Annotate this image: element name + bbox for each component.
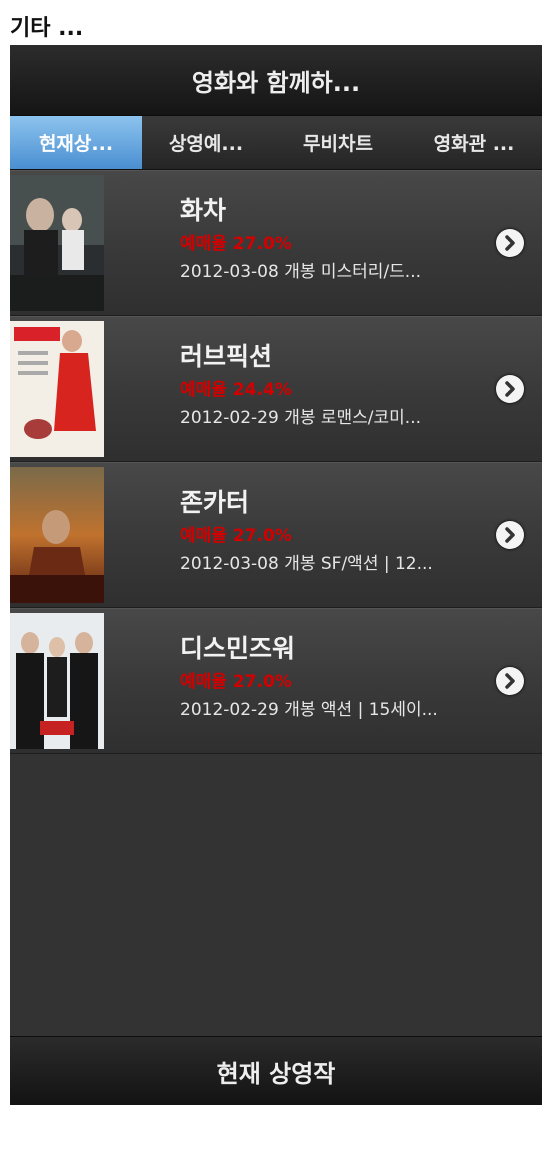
movie-info: 2012-03-08 개봉 SF/액션 | 12... xyxy=(180,554,433,574)
chevron-right-icon[interactable] xyxy=(496,229,524,257)
footer-label: 현재 상영작 xyxy=(216,1059,336,1088)
tab-label: 상영예... xyxy=(168,133,244,155)
list-item-movie-1[interactable]: 화차 예매율 27.0% 2012-03-08 개봉 미스터리/드... xyxy=(10,170,542,316)
movie-info: 2012-03-08 개봉 미스터리/드... xyxy=(180,262,422,282)
movie-list: 화차 예매율 27.0% 2012-03-08 개봉 미스터리/드... 러브픽… xyxy=(10,170,542,754)
booking-rate: 예매율 27.0% xyxy=(180,526,292,546)
booking-rate: 예매율 27.0% xyxy=(180,234,292,254)
movie-poster-image xyxy=(10,175,104,311)
chevron-right-icon[interactable] xyxy=(496,521,524,549)
page-label: 기타 ... xyxy=(10,16,84,41)
booking-rate: 예매율 27.0% xyxy=(180,672,292,692)
tab-bar: 현재상... 상영예... 무비차트 영화관 ... xyxy=(10,116,542,170)
movie-title: 러브픽션 xyxy=(180,342,273,371)
movie-title: 존카터 xyxy=(180,488,250,517)
chevron-right-icon[interactable] xyxy=(496,667,524,695)
tab-label: 영화관 ... xyxy=(433,133,515,155)
chevron-right-icon[interactable] xyxy=(496,375,524,403)
movie-info: 2012-02-29 개봉 액션 | 15세이... xyxy=(180,700,438,720)
movie-title: 디스민즈워 xyxy=(180,634,296,663)
movie-poster-image xyxy=(10,321,104,457)
footer-bar: 현재 상영작 xyxy=(10,1036,542,1105)
movie-poster-image xyxy=(10,467,104,603)
app-frame: 영화와 함께하... 현재상... 상영예... 무비차트 영화관 ... 화차… xyxy=(10,45,542,1105)
movie-title: 화차 xyxy=(180,196,227,225)
tab-movie-chart[interactable]: 무비차트 xyxy=(270,116,406,169)
tab-upcoming[interactable]: 상영예... xyxy=(142,116,270,169)
movie-poster-image xyxy=(10,613,104,749)
list-item-movie-3[interactable]: 존카터 예매율 27.0% 2012-03-08 개봉 SF/액션 | 12..… xyxy=(10,462,542,608)
list-item-movie-4[interactable]: 디스민즈워 예매율 27.0% 2012-02-29 개봉 액션 | 15세이.… xyxy=(10,608,542,754)
header-title: 영화와 함께하... xyxy=(191,68,361,97)
tab-theaters[interactable]: 영화관 ... xyxy=(406,116,542,169)
tab-label: 현재상... xyxy=(38,133,114,155)
booking-rate: 예매율 24.4% xyxy=(180,380,292,400)
tab-now-showing[interactable]: 현재상... xyxy=(10,116,142,169)
list-item-movie-2[interactable]: 러브픽션 예매율 24.4% 2012-02-29 개봉 로맨스/코미... xyxy=(10,316,542,462)
movie-info: 2012-02-29 개봉 로맨스/코미... xyxy=(180,408,422,428)
tab-label: 무비차트 xyxy=(303,133,373,155)
header-bar: 영화와 함께하... xyxy=(10,45,542,116)
